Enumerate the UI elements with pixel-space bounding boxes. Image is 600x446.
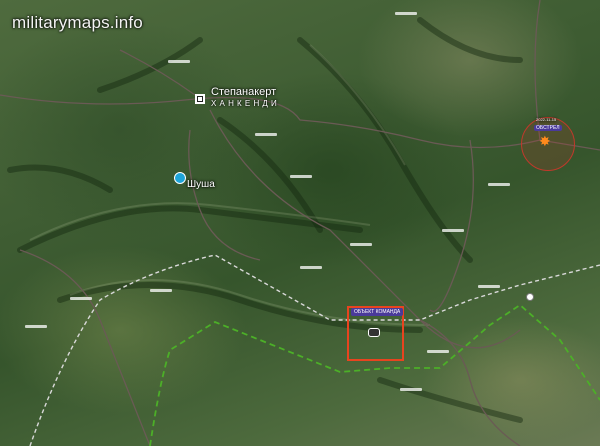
place-label (255, 133, 277, 136)
road (0, 94, 600, 151)
place-label (427, 350, 449, 353)
place-label (478, 285, 500, 288)
road (419, 319, 521, 446)
place-label (150, 289, 172, 292)
target-marker-icon[interactable] (368, 328, 380, 337)
explosion-star-icon[interactable]: ✸ (539, 134, 551, 148)
place-label (25, 325, 47, 328)
place-label (442, 229, 464, 232)
target-label[interactable]: ОБЪЕКТ КОМАНДА (351, 308, 404, 316)
terrain-overlay (0, 0, 600, 446)
city-label-stepanakert[interactable]: Степанакерт (211, 86, 276, 98)
city-label-khankendi: ХАНКЕНДИ (211, 99, 280, 108)
place-label (70, 297, 92, 300)
road (188, 129, 261, 261)
city-square-icon[interactable] (195, 94, 205, 104)
place-label (350, 243, 372, 246)
blast-date: 2022-11-15 (536, 117, 557, 122)
road (119, 49, 196, 96)
satellite-map[interactable]: militarymaps.info Степанакерт ХАНКЕНДИ Ш… (0, 0, 600, 446)
road (429, 139, 474, 313)
place-label (290, 175, 312, 178)
poi-pin-icon[interactable] (526, 293, 534, 301)
place-label (300, 266, 322, 269)
watermark: militarymaps.info (12, 13, 143, 32)
landmark-pin-icon[interactable] (174, 172, 186, 184)
place-label (168, 60, 190, 63)
place-label (400, 388, 422, 391)
place-label (488, 183, 510, 186)
place-label (395, 12, 417, 15)
blast-label[interactable]: ОБСТРЕЛ (534, 125, 562, 131)
road (19, 249, 151, 446)
city-label-shusha[interactable]: Шуша (187, 179, 215, 190)
